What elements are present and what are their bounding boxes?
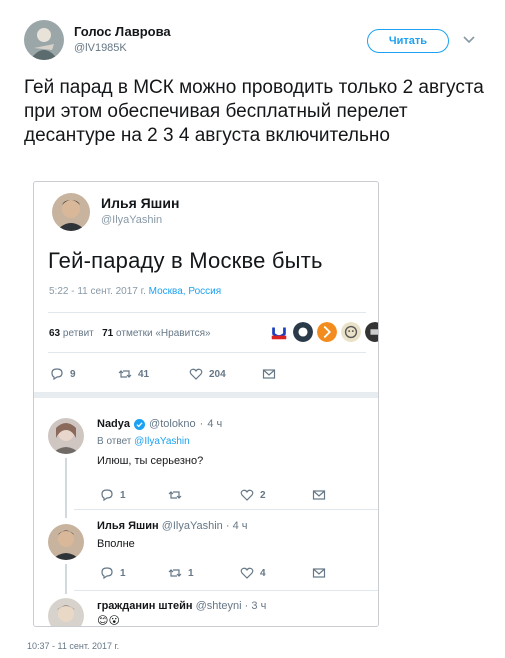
- mail-icon: [262, 369, 276, 379]
- section-divider: [34, 392, 378, 398]
- retweet-action: 41: [118, 367, 149, 381]
- reply-icon: [101, 567, 113, 580]
- reply-icon: [51, 368, 63, 381]
- reply-count: 1: [120, 567, 126, 579]
- like-count: 2: [260, 489, 266, 501]
- embedded-tweet-location: Москва, Россия: [148, 286, 222, 297]
- retweets-label: ретвит: [62, 328, 94, 339]
- likers-avatars: [268, 321, 378, 343]
- like-icon: [240, 567, 254, 579]
- liker-avatar: [364, 321, 378, 343]
- message-action: [262, 367, 276, 381]
- reply-text: 😊😮: [97, 615, 120, 627]
- divider: [48, 312, 366, 313]
- mail-icon: [312, 568, 326, 578]
- likes-count: 71: [102, 328, 114, 339]
- retweet-icon: [118, 370, 132, 378]
- retweet-icon: [168, 569, 182, 577]
- liker-avatar: [316, 321, 338, 343]
- reply-icon: [101, 489, 113, 502]
- outer-author-handle[interactable]: @lV1985K: [74, 42, 127, 54]
- reply-author-name: гражданин штейн: [97, 600, 193, 612]
- thread-line: [65, 458, 67, 518]
- liker-avatar: [268, 321, 290, 343]
- reply-age: 3 ч: [251, 600, 267, 612]
- reply-author-name: Nadya: [97, 418, 131, 430]
- reply-age: 4 ч: [207, 418, 223, 430]
- reply-age: 4 ч: [232, 520, 248, 532]
- outer-avatar[interactable]: [24, 20, 64, 60]
- mail-icon: [312, 490, 326, 500]
- reply-header: Илья Яшин @IlyaYashin · 4 ч: [97, 520, 248, 532]
- divider: [48, 352, 366, 353]
- retweet-count: 1: [188, 567, 194, 579]
- embedded-tweet-screenshot: Илья Яшин @IlyaYashin Гей-параду в Москв…: [33, 181, 379, 627]
- retweets-count: 63: [49, 328, 61, 339]
- divider: [74, 509, 378, 510]
- likes-label: отметки «Нравится»: [116, 328, 211, 339]
- embedded-author-handle: @IlyaYashin: [101, 214, 163, 226]
- reply-action: 1: [100, 566, 126, 580]
- follow-button[interactable]: Читать: [367, 29, 449, 53]
- outer-tweet-date[interactable]: 10:37 - 11 сент. 2017 г.: [27, 641, 119, 651]
- reply-header: гражданин штейн @shteyni · 3 ч: [97, 600, 267, 612]
- like-icon: [189, 368, 203, 380]
- in-reply-prefix: В ответ: [97, 436, 132, 447]
- embedded-tweet-time: 5:22 - 11 сент. 2017 г.: [49, 286, 146, 297]
- like-icon: [240, 489, 254, 501]
- retweet-icon: [168, 491, 182, 499]
- reply-avatar: [48, 524, 84, 560]
- like-count: 204: [209, 368, 226, 380]
- liker-avatar: [292, 321, 314, 343]
- reply-action: 9: [50, 367, 76, 381]
- embedded-tweet-text: Гей-параду в Москве быть: [48, 248, 323, 273]
- embedded-tweet-meta: 5:22 - 11 сент. 2017 г. Москва, Россия: [49, 286, 221, 297]
- embedded-author-name: Илья Яшин: [101, 195, 180, 211]
- message-action: [312, 488, 326, 502]
- like-action: 204: [189, 367, 226, 381]
- reply-text: Илюш, ты серьезно?: [97, 455, 204, 467]
- outer-tweet-text: Гей парад в МСК можно проводить только 2…: [24, 77, 484, 146]
- reply-avatar: [48, 418, 84, 454]
- in-reply-handle: @IlyaYashin: [134, 436, 190, 447]
- reply-avatar: [48, 598, 84, 626]
- reply-count: 1: [120, 489, 126, 501]
- retweet-action: 1: [168, 566, 194, 580]
- reply-text: Вполне: [97, 538, 135, 550]
- reply-author-handle: @tolokno: [149, 418, 196, 430]
- verified-icon: [134, 418, 146, 430]
- liker-avatar: [340, 321, 362, 343]
- embedded-tweet-stats: 63 ретвит 71 отметки «Нравится»: [49, 328, 211, 339]
- in-reply-to: В ответ @IlyaYashin: [97, 436, 190, 447]
- like-count: 4: [260, 567, 266, 579]
- thread-line: [65, 564, 67, 594]
- retweet-action: [168, 488, 188, 502]
- embedded-author-avatar: [52, 193, 90, 231]
- reply-author-name: Илья Яшин: [97, 520, 159, 532]
- divider: [74, 590, 378, 591]
- retweet-count: 41: [138, 368, 150, 380]
- reply-count: 9: [70, 368, 76, 380]
- like-action: 2: [240, 488, 266, 502]
- reply-author-handle: @shteyni: [195, 600, 242, 612]
- message-action: [312, 566, 326, 580]
- like-action: 4: [240, 566, 266, 580]
- chevron-down-icon[interactable]: [462, 32, 476, 46]
- outer-author-name[interactable]: Голос Лаврова: [74, 24, 171, 39]
- reply-author-handle: @IlyaYashin: [161, 520, 223, 532]
- reply-header: Nadya @tolokno · 4 ч: [97, 418, 223, 430]
- reply-action: 1: [100, 488, 126, 502]
